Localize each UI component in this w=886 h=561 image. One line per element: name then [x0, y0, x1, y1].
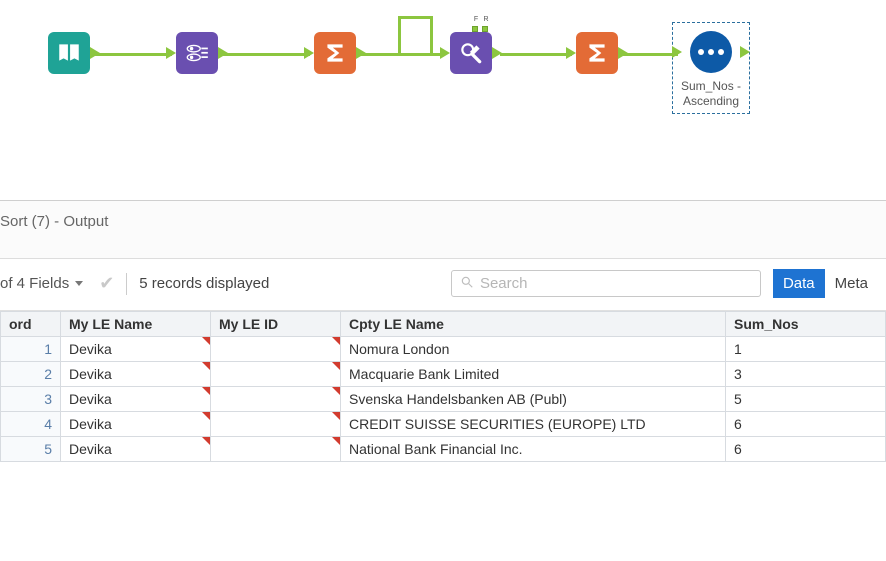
cell-sum-nos: 6 — [726, 437, 886, 462]
connector — [398, 16, 432, 19]
cell-rownum: 4 — [1, 412, 61, 437]
dots-icon — [698, 49, 724, 55]
table-row[interactable]: 5Devika National Bank Financial Inc.6 — [1, 437, 886, 462]
tab-data[interactable]: Data — [773, 269, 825, 298]
connector — [620, 53, 678, 56]
cell-cpty-le-name: Macquarie Bank Limited — [341, 362, 726, 387]
cell-rownum: 5 — [1, 437, 61, 462]
data-grid[interactable]: ord My LE Name My LE ID Cpty LE Name Sum… — [0, 311, 886, 462]
cell-rownum: 2 — [1, 362, 61, 387]
atom-icon — [184, 40, 210, 66]
cell-rownum: 1 — [1, 337, 61, 362]
cell-my-le-name: Devika — [61, 362, 211, 387]
sort-caption-line1: Sum_Nos - — [681, 79, 741, 93]
fields-dropdown-label: of 4 Fields — [0, 275, 69, 292]
port-label-r: R — [482, 16, 490, 23]
search-input[interactable] — [480, 275, 752, 292]
toolbar-divider — [126, 273, 127, 295]
col-cpty-le-name[interactable]: Cpty LE Name — [341, 312, 726, 337]
cell-rownum: 3 — [1, 387, 61, 412]
workflow-node-summarize-2[interactable] — [576, 32, 618, 74]
results-pane: Sort (7) - Output of 4 Fields ✔ 5 record… — [0, 200, 886, 462]
cell-sum-nos: 6 — [726, 412, 886, 437]
search-box[interactable] — [451, 270, 761, 297]
chevron-down-icon — [75, 281, 83, 286]
cell-cpty-le-name: Svenska Handelsbanken AB (Publ) — [341, 387, 726, 412]
cell-my-le-id — [211, 437, 341, 462]
workflow-node-find-replace[interactable]: F R — [450, 32, 492, 74]
connector — [500, 53, 572, 56]
sort-caption-line2: Ascending — [683, 94, 739, 108]
col-my-le-id[interactable]: My LE ID — [211, 312, 341, 337]
fields-dropdown[interactable]: of 4 Fields — [0, 275, 83, 292]
table-row[interactable]: 4Devika CREDIT SUISSE SECURITIES (EUROPE)… — [1, 412, 886, 437]
col-my-le-name[interactable]: My LE Name — [61, 312, 211, 337]
cell-my-le-name: Devika — [61, 337, 211, 362]
connector — [360, 53, 444, 56]
sigma-icon — [584, 40, 610, 66]
cell-my-le-id — [211, 337, 341, 362]
cell-cpty-le-name: Nomura London — [341, 337, 726, 362]
cell-cpty-le-name: National Bank Financial Inc. — [341, 437, 726, 462]
records-count-label: 5 records displayed — [139, 275, 269, 292]
sigma-icon — [322, 40, 348, 66]
tab-metadata[interactable]: Meta — [825, 269, 878, 298]
workflow-node-summarize[interactable] — [314, 32, 356, 74]
header-row: ord My LE Name My LE ID Cpty LE Name Sum… — [1, 312, 886, 337]
results-toolbar: of 4 Fields ✔ 5 records displayed Data M… — [0, 259, 886, 311]
cell-sum-nos: 1 — [726, 337, 886, 362]
port-label-f: F — [472, 16, 480, 23]
cell-my-le-name: Devika — [61, 437, 211, 462]
workflow-node-formula[interactable] — [176, 32, 218, 74]
workflow-node-sort[interactable]: Sum_Nos - Ascending — [672, 22, 750, 114]
find-replace-icon — [458, 40, 484, 66]
connector — [222, 53, 310, 56]
search-icon — [460, 275, 474, 292]
col-sum-nos[interactable]: Sum_Nos — [726, 312, 886, 337]
workflow-canvas[interactable]: F R Sum — [0, 0, 886, 200]
results-title: Sort (7) - Output — [0, 201, 886, 259]
cell-cpty-le-name: CREDIT SUISSE SECURITIES (EUROPE) LTD — [341, 412, 726, 437]
table-row[interactable]: 3Devika Svenska Handelsbanken AB (Publ)5 — [1, 387, 886, 412]
connector — [398, 16, 401, 53]
view-mode-tabs: Data Meta — [773, 269, 878, 298]
cell-my-le-name: Devika — [61, 412, 211, 437]
table-row[interactable]: 1DevikaNomura London1 — [1, 337, 886, 362]
cell-my-le-id — [211, 362, 341, 387]
cell-my-le-id — [211, 412, 341, 437]
book-open-icon — [56, 40, 82, 66]
cell-my-le-id — [211, 387, 341, 412]
table-row[interactable]: 2Devika Macquarie Bank Limited3 — [1, 362, 886, 387]
col-record[interactable]: ord — [1, 312, 61, 337]
cell-sum-nos: 3 — [726, 362, 886, 387]
connector — [94, 53, 172, 56]
apply-check-icon[interactable]: ✔ — [99, 273, 114, 294]
workflow-node-input[interactable] — [48, 32, 90, 74]
connector — [430, 16, 433, 53]
cell-my-le-name: Devika — [61, 387, 211, 412]
cell-sum-nos: 5 — [726, 387, 886, 412]
sort-node-caption: Sum_Nos - Ascending — [681, 79, 741, 109]
